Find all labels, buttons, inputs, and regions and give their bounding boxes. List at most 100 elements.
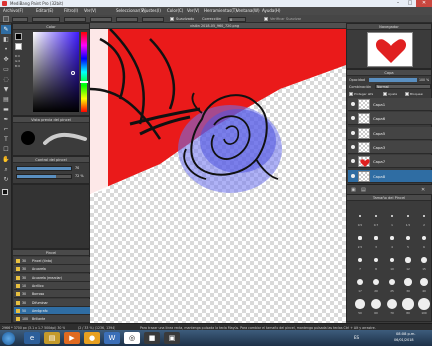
brush-list-item[interactable]: 30 Borroso [14,290,90,299]
brush-color-field[interactable] [90,16,112,22]
add-layer-icon[interactable]: ▣ [351,187,356,193]
brush-size-slider[interactable] [16,166,72,171]
trash-icon[interactable]: ✕ [421,187,425,193]
word-icon[interactable]: W [104,332,120,344]
brush-size-option[interactable]: 40 [417,275,431,295]
layer-visibility-icon[interactable] [351,130,355,135]
brush-size-option[interactable]: 2 [417,209,431,229]
shape-icon[interactable]: ▬ [1,105,11,114]
brush-icon[interactable]: ✎ [1,25,11,34]
correccion-select[interactable]: 0 [228,16,246,22]
layer-row[interactable]: Capa6 [348,112,432,126]
menu-select[interactable]: Seleccionar(S) [116,8,145,13]
neutral-checkbox[interactable] [264,17,268,21]
language-indicator[interactable]: ES [354,335,359,340]
brush-size-option[interactable]: 8 [369,253,383,273]
brush-list-item[interactable]: 30 Acuarela [14,265,90,274]
start-button-icon[interactable] [2,331,15,345]
layer-visibility-icon[interactable] [351,173,355,178]
layer-row[interactable]: Capa3 [348,140,432,154]
rotate-icon[interactable]: ↻ [1,175,11,184]
dot-icon[interactable]: • [1,45,11,54]
brush-size-option[interactable]: 1 [385,209,399,229]
menu-file[interactable]: Archivo(F) [3,8,23,13]
brush-size-option[interactable]: 3 [369,231,383,251]
brush-list-item[interactable]: 30 Pincel (tinta) [14,257,90,265]
brush-mode-field[interactable] [32,16,60,22]
brush-size-option[interactable]: 4 [385,231,399,251]
blend-mode-select[interactable]: Normal [375,84,431,89]
menu-edit[interactable]: Editar(E) [36,8,54,13]
text-icon[interactable]: T [1,135,11,144]
layer-row[interactable]: Capa7 [348,155,432,169]
hand-icon[interactable]: ✋ [1,155,11,164]
app2-icon[interactable]: ▣ [164,332,180,344]
brush-size-option[interactable]: 25 [385,275,399,295]
brush-size-option[interactable]: 30 [401,275,415,295]
ie-icon[interactable]: e [24,332,40,344]
secondary-color-swatch[interactable] [15,43,22,50]
protect-alpha-checkbox[interactable] [349,92,353,96]
chrome-icon[interactable]: ● [84,332,100,344]
brush-size-option[interactable]: 0.7 [369,209,383,229]
brush-list-item[interactable]: 100 Brillante [14,315,90,324]
brush-size-option[interactable]: 70 [385,297,399,317]
minimize-button[interactable]: – [392,0,404,7]
brush-size-option[interactable]: 60 [369,297,383,317]
menu-filter[interactable]: Filtro(I) [64,8,78,13]
brush-opacity-field[interactable] [116,16,138,22]
brush-size-option[interactable]: 12 [401,253,415,273]
layer-row[interactable]: Capa8 [348,169,432,183]
menu-view2[interactable]: Ver(V) [187,8,199,13]
pen-icon[interactable]: ✒ [1,115,11,124]
brush-size-option[interactable]: 6 [417,231,431,251]
menu-help[interactable]: Ayuda(H) [262,8,281,13]
brush-size-option[interactable]: 15 [417,253,431,273]
menu-tools[interactable]: Herramientas(T) [204,8,237,13]
brush-size-option[interactable]: 17 [353,275,367,295]
layer-row[interactable]: Capa5 [348,126,432,140]
maximize-button[interactable]: □ [404,0,416,7]
hue-slider-handle[interactable] [80,81,88,83]
document-tab[interactable]: visión 2018-05_960_720.png [190,24,239,28]
brush-list-item[interactable]: 30 Difuminar [14,298,90,307]
brush-size-option[interactable]: 20 [369,275,383,295]
fill-icon[interactable]: ▼ [1,85,11,94]
lock-checkbox[interactable] [405,92,409,96]
eraser-icon[interactable]: ◧ [1,35,11,44]
brush-size-option[interactable]: 80 [401,297,415,317]
lasso-icon[interactable]: ◌ [1,75,11,84]
layer-opacity-slider[interactable] [369,78,417,82]
brush-list-item[interactable]: 10 Acrílico [14,281,90,290]
media-icon[interactable]: ▶ [64,332,80,344]
folder-icon[interactable]: ▤ [44,332,60,344]
close-button[interactable]: ✕ [416,0,432,7]
layer-visibility-icon[interactable] [351,144,355,149]
clip-checkbox[interactable] [383,92,387,96]
gradient-icon[interactable]: ▤ [1,95,11,104]
layer-row[interactable]: Capa1 [348,98,432,111]
menu-adjust[interactable]: Ajustes(I) [142,8,161,13]
navigator-thumbnail[interactable] [367,32,413,67]
menu-window[interactable]: Ventana(W) [236,8,260,13]
layer-visibility-icon[interactable] [351,159,355,164]
suavizado-checkbox[interactable] [170,17,174,21]
menu-color[interactable]: Color(C) [167,8,183,13]
dropper-icon[interactable]: ⌐ [1,125,11,134]
brush-size-option[interactable]: 5 [401,231,415,251]
drawing-canvas[interactable] [90,29,346,323]
brush-size-option[interactable]: 2.5 [353,231,367,251]
app-icon[interactable]: ■ [144,332,160,344]
brush-size-option[interactable]: 100 [417,297,431,317]
brush-blend-field[interactable] [142,16,164,22]
folder-icon[interactable]: ▤ [361,187,366,193]
speech-icon[interactable]: ☐ [1,145,11,154]
rect-select-icon[interactable]: ▭ [1,65,11,74]
brush-size-option[interactable]: 50 [353,297,367,317]
brush-size-field[interactable] [12,16,28,22]
brush-list-item[interactable]: 50 Aerógrafo [14,306,90,315]
foreground-color-swatch[interactable] [2,189,8,195]
brush-size-option[interactable]: 0.5 [353,209,367,229]
brush-size-option[interactable]: 1.5 [401,209,415,229]
layer-visibility-icon[interactable] [351,102,355,106]
